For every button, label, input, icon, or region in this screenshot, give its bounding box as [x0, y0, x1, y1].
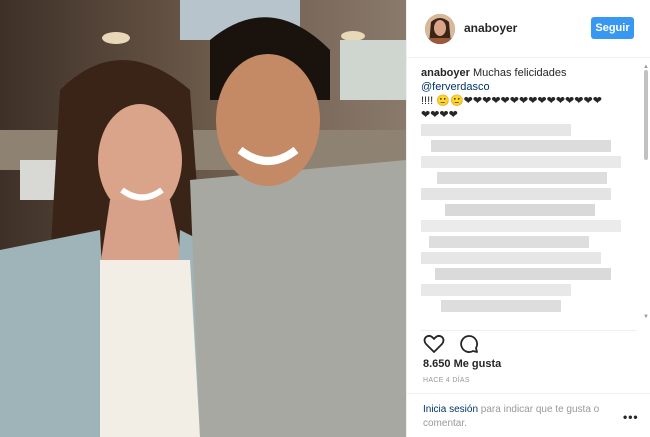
login-link[interactable]: Inicia sesión: [423, 404, 478, 415]
caption-emoji-line: !!!! 🙂🙂❤❤❤❤❤❤❤❤❤❤❤❤❤❤❤: [421, 95, 602, 107]
post-timestamp[interactable]: HACE 4 DÍAS: [423, 377, 470, 384]
login-footer: Inicia sesión para indicar que te gusta …: [407, 393, 650, 437]
comments-scrollbar[interactable]: ▲ ▼: [643, 64, 649, 324]
scroll-down-icon[interactable]: ▼: [643, 314, 649, 320]
follow-button[interactable]: Seguir: [591, 17, 634, 39]
action-bar: [421, 330, 637, 356]
caption-mention[interactable]: @ferverdasco: [421, 81, 490, 93]
blurred-comments: [421, 124, 621, 312]
post-header: anaboyer Seguir: [407, 0, 650, 58]
caption-area: anaboyer Muchas felicidades @ferverdasco…: [421, 66, 637, 324]
comment-bubble-icon[interactable]: [459, 334, 479, 354]
login-prompt: Inicia sesión para indicar que te gusta …: [423, 403, 623, 431]
caption-line: anaboyer Muchas felicidades @ferverdasco: [421, 66, 637, 94]
avatar[interactable]: [425, 14, 455, 44]
scroll-thumb[interactable]: [644, 70, 648, 160]
post-side-panel: anaboyer Seguir anaboyer Muchas felicida…: [406, 0, 650, 437]
post-photo: [0, 0, 406, 437]
likes-count[interactable]: 8.650 Me gusta: [423, 358, 501, 370]
heart-icon[interactable]: [423, 334, 445, 354]
caption-text: Muchas felicidades: [472, 67, 567, 79]
username-link[interactable]: anaboyer: [464, 21, 517, 35]
more-options-icon[interactable]: •••: [623, 410, 639, 424]
caption-hearts-line: ❤❤❤❤: [421, 109, 458, 121]
caption-username[interactable]: anaboyer: [421, 67, 470, 79]
